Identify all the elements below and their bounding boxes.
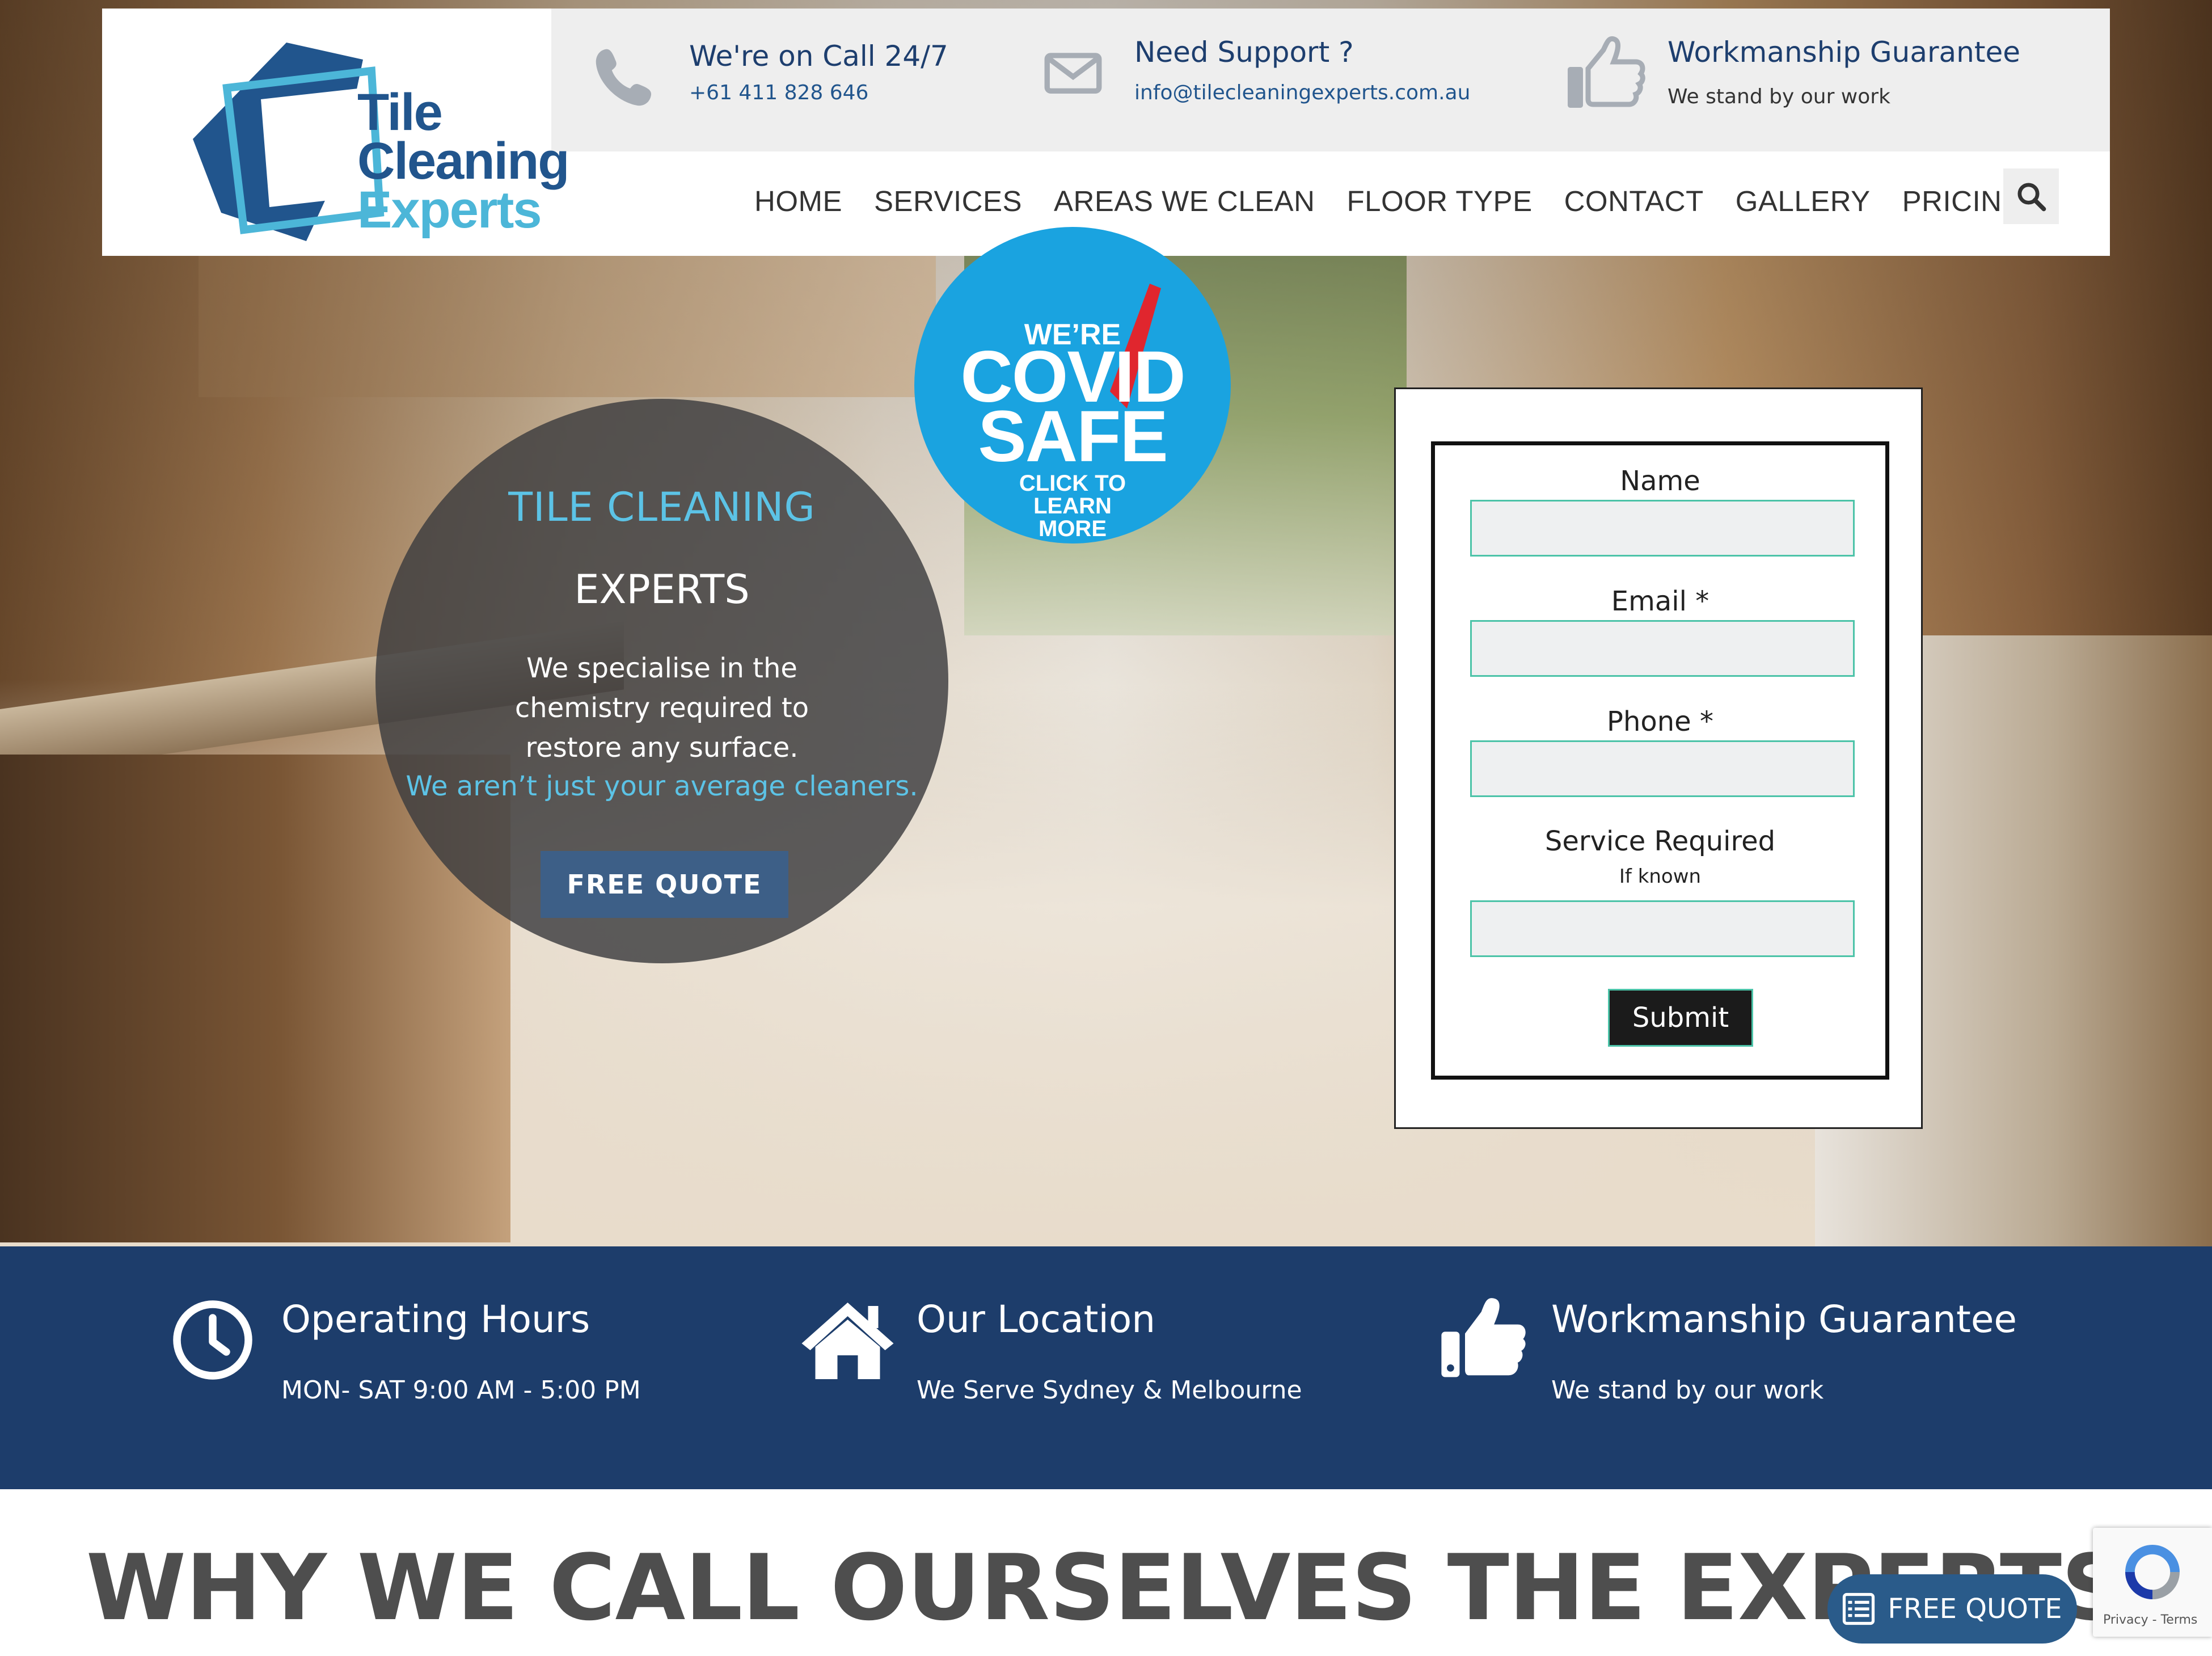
- hero-circle: TILE CLEANING EXPERTS We specialise in t…: [375, 399, 948, 963]
- hero-free-quote-button[interactable]: FREE QUOTE: [541, 851, 788, 918]
- logo-word-cleaning: Cleaning: [357, 132, 569, 190]
- covid-cta-1: CLICK TO: [1019, 471, 1126, 496]
- phone-label: Phone *: [1607, 706, 1713, 738]
- main-nav: HOME SERVICES AREAS WE CLEAN FLOOR TYPE …: [754, 184, 2057, 230]
- email-link[interactable]: info@tilecleaningexperts.com.au: [1134, 81, 1470, 104]
- hero-text: We specialise in the chemistry required …: [514, 652, 809, 764]
- hero-title: TILE CLEANING: [508, 484, 816, 530]
- name-label: Name: [1620, 465, 1700, 497]
- submit-button[interactable]: Submit: [1608, 989, 1753, 1047]
- site-logo[interactable]: Tile Cleaning Experts: [176, 26, 569, 247]
- thumbs-up-icon: [1568, 36, 1645, 108]
- floating-free-quote-label: FREE QUOTE: [1888, 1593, 2062, 1625]
- service-label: Service Required: [1544, 825, 1776, 857]
- nav-home[interactable]: HOME: [754, 184, 842, 230]
- guarantee-band-title: Workmanship Guarantee: [1551, 1297, 2017, 1341]
- list-icon: [1843, 1592, 1875, 1625]
- name-field[interactable]: [1470, 500, 1855, 557]
- phone-field[interactable]: [1470, 740, 1855, 797]
- thumbs-up-icon: [1441, 1298, 1526, 1377]
- nav-floor-type[interactable]: FLOOR TYPE: [1346, 184, 1532, 230]
- email-label: Email *: [1611, 585, 1709, 617]
- location-title: Our Location: [917, 1297, 1156, 1341]
- covid-cta-2: LEARN: [1033, 494, 1112, 519]
- phone-link[interactable]: +61 411 828 646: [689, 81, 868, 104]
- envelope-icon: [1044, 53, 1102, 94]
- call-title: We're on Call 24/7: [689, 40, 948, 73]
- service-hint: If known: [1619, 865, 1702, 888]
- covid-line-3: SAFE: [978, 396, 1168, 477]
- floating-free-quote-button[interactable]: FREE QUOTE: [1827, 1574, 2077, 1644]
- nav-areas-we-clean[interactable]: AREAS WE CLEAN: [1054, 184, 1315, 230]
- hero-accent: We aren’t just your average cleaners.: [406, 770, 918, 802]
- recaptcha-badge[interactable]: Privacy - Terms: [2093, 1528, 2212, 1637]
- home-icon: [801, 1303, 894, 1379]
- quote-form: Name Email * Phone * Service Required If…: [1431, 441, 1889, 1080]
- upper-cabinets: [199, 255, 936, 397]
- guarantee-subtitle: We stand by our work: [1668, 85, 1890, 108]
- email-field[interactable]: [1470, 620, 1855, 677]
- logo-word-tile: Tile: [357, 83, 443, 141]
- covid-safe-badge[interactable]: WE’RE COVID SAFE CLICK TO LEARN MORE: [914, 227, 1231, 543]
- hero-title-2: EXPERTS: [574, 566, 750, 613]
- search-icon: [2017, 183, 2046, 212]
- guarantee-band-text: We stand by our work: [1551, 1376, 1824, 1405]
- phone-icon: [596, 49, 652, 106]
- info-band: Operating Hours MON- SAT 9:00 AM - 5:00 …: [0, 1246, 2212, 1489]
- nav-services[interactable]: SERVICES: [874, 184, 1022, 230]
- site-header: Tile Cleaning Experts We're on Call 24/7…: [102, 9, 2110, 256]
- recaptcha-links[interactable]: Privacy - Terms: [2103, 1613, 2197, 1627]
- quote-form-card: Name Email * Phone * Service Required If…: [1394, 387, 1923, 1129]
- location-text: We Serve Sydney & Melbourne: [917, 1376, 1302, 1405]
- support-title: Need Support ?: [1134, 36, 1354, 69]
- nav-contact[interactable]: CONTACT: [1564, 184, 1704, 230]
- nav-gallery[interactable]: GALLERY: [1736, 184, 1871, 230]
- clock-icon: [173, 1300, 252, 1380]
- covid-cta-3: MORE: [1039, 516, 1107, 541]
- contact-topbar: [551, 9, 2110, 151]
- service-field[interactable]: [1470, 900, 1855, 957]
- search-button[interactable]: [2003, 168, 2059, 224]
- logo-word-experts: Experts: [357, 181, 542, 239]
- hours-text: MON- SAT 9:00 AM - 5:00 PM: [281, 1376, 641, 1405]
- guarantee-title: Workmanship Guarantee: [1668, 36, 2020, 69]
- hours-title: Operating Hours: [281, 1297, 590, 1341]
- recaptcha-icon: [2125, 1545, 2180, 1599]
